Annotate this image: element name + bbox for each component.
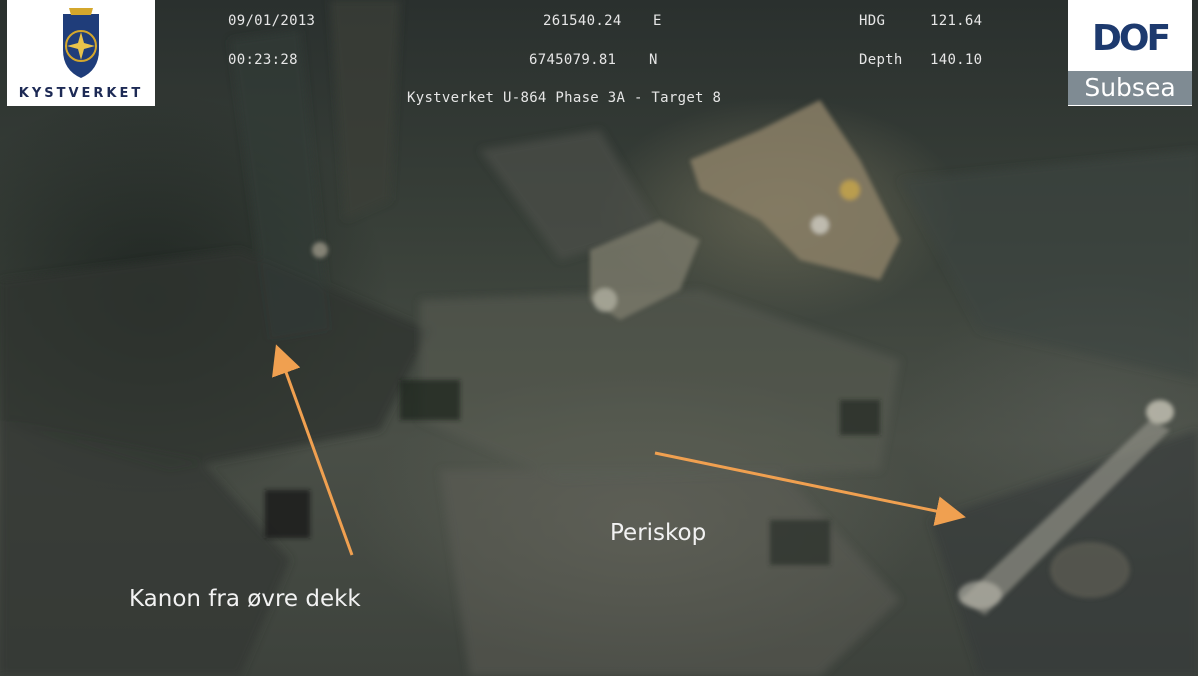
- gun-caption: Kanon fra øvre dekk: [129, 586, 361, 612]
- dof-wordmark: DOF: [1091, 18, 1171, 59]
- time-readout: 00:23:28: [228, 52, 298, 68]
- kystverket-wordmark: KYSTVERKET: [18, 86, 144, 101]
- heading-label: HDG: [859, 13, 886, 29]
- kystverket-logo: KYSTVERKET: [7, 0, 155, 106]
- depth-label: Depth: [859, 52, 903, 68]
- depth-value: 140.10: [930, 52, 983, 68]
- periscope-caption: Periskop: [610, 520, 707, 546]
- kystverket-crest-icon: [63, 8, 99, 78]
- easting-direction: E: [653, 13, 662, 29]
- dof-subsea-logo: DOF Subsea: [1068, 0, 1192, 106]
- northing-direction: N: [649, 52, 658, 68]
- mission-title: Kystverket U-864 Phase 3A - Target 8: [407, 90, 722, 106]
- easting-value: 261540.24: [543, 13, 622, 29]
- date-readout: 09/01/2013: [228, 13, 316, 29]
- rov-video-frame: KYSTVERKET DOF Subsea 09/01/2013 00:23:2…: [0, 0, 1198, 676]
- subsea-wordmark: Subsea: [1068, 71, 1192, 105]
- northing-value: 6745079.81: [529, 52, 617, 68]
- heading-value: 121.64: [930, 13, 983, 29]
